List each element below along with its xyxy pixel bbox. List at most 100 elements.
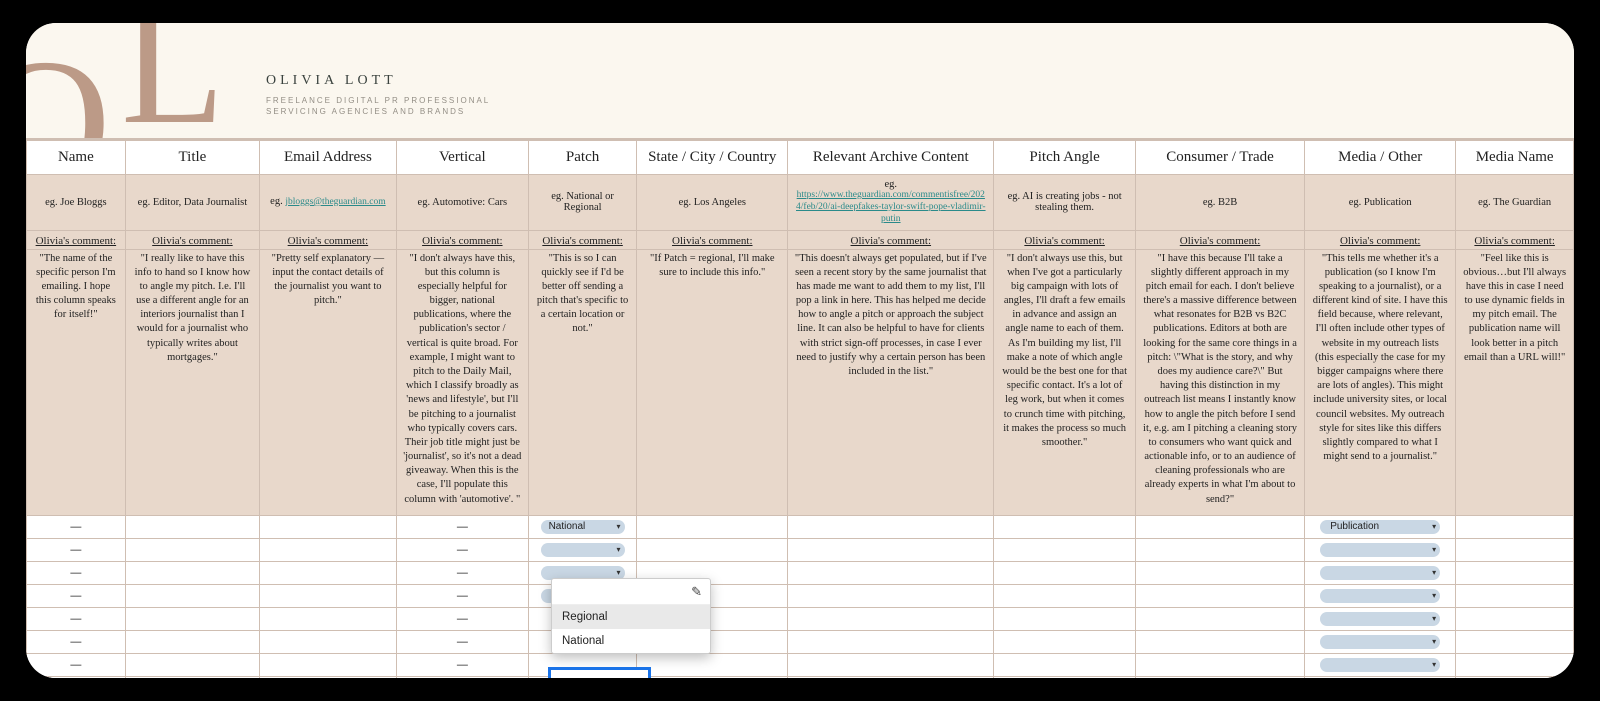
media-dropdown-r5[interactable]: ▾ bbox=[1320, 635, 1440, 649]
cell-r2-c3[interactable]: — bbox=[396, 561, 528, 584]
cell-r1-c3[interactable]: — bbox=[396, 538, 528, 561]
cell-r7-c6[interactable] bbox=[788, 676, 994, 678]
cell-r4-c10[interactable] bbox=[1456, 607, 1574, 630]
cell-r3-c3[interactable]: — bbox=[396, 584, 528, 607]
cell-r3-c1[interactable] bbox=[125, 584, 259, 607]
patch-dropdown-popup[interactable]: ✎ Regional National bbox=[551, 578, 711, 654]
patch-dropdown-r1[interactable]: ▾ bbox=[541, 543, 625, 557]
cell-r7-c1[interactable] bbox=[125, 676, 259, 678]
cell-r0-c2[interactable] bbox=[260, 515, 397, 538]
cell-r0-c6[interactable] bbox=[788, 515, 994, 538]
active-cell-outline[interactable] bbox=[548, 667, 651, 678]
cell-r1-c1[interactable] bbox=[125, 538, 259, 561]
cell-r1-c9[interactable]: ▾ bbox=[1305, 538, 1456, 561]
cell-r5-c1[interactable] bbox=[125, 630, 259, 653]
cell-r5-c6[interactable] bbox=[788, 630, 994, 653]
media-dropdown-r2[interactable]: ▾ bbox=[1320, 566, 1440, 580]
cell-r1-c4[interactable]: ▾ bbox=[528, 538, 636, 561]
col-header-0[interactable]: Name bbox=[27, 141, 126, 175]
cell-r0-c10[interactable] bbox=[1456, 515, 1574, 538]
col-header-1[interactable]: Title bbox=[125, 141, 259, 175]
cell-r2-c2[interactable] bbox=[260, 561, 397, 584]
cell-r4-c9[interactable]: ▾ bbox=[1305, 607, 1456, 630]
example-link-2[interactable]: jbloggs@theguardian.com bbox=[285, 197, 385, 209]
media-dropdown-r0[interactable]: Publication▾ bbox=[1320, 520, 1440, 534]
cell-r7-c5[interactable] bbox=[637, 676, 788, 678]
col-header-4[interactable]: Patch bbox=[528, 141, 636, 175]
cell-r1-c8[interactable] bbox=[1136, 538, 1305, 561]
cell-r3-c10[interactable] bbox=[1456, 584, 1574, 607]
cell-r6-c10[interactable] bbox=[1456, 653, 1574, 676]
cell-r6-c9[interactable]: ▾ bbox=[1305, 653, 1456, 676]
cell-r1-c6[interactable] bbox=[788, 538, 994, 561]
cell-r0-c9[interactable]: Publication▾ bbox=[1305, 515, 1456, 538]
cell-r2-c9[interactable]: ▾ bbox=[1305, 561, 1456, 584]
cell-r0-c8[interactable] bbox=[1136, 515, 1305, 538]
cell-r0-c5[interactable] bbox=[637, 515, 788, 538]
cell-r6-c1[interactable] bbox=[125, 653, 259, 676]
cell-r3-c2[interactable] bbox=[260, 584, 397, 607]
cell-r2-c10[interactable] bbox=[1456, 561, 1574, 584]
col-header-2[interactable]: Email Address bbox=[260, 141, 397, 175]
cell-r6-c5[interactable] bbox=[637, 653, 788, 676]
dropdown-option-regional[interactable]: Regional bbox=[552, 605, 710, 629]
cell-r2-c8[interactable] bbox=[1136, 561, 1305, 584]
cell-r0-c4[interactable]: National▾ bbox=[528, 515, 636, 538]
cell-r1-c5[interactable] bbox=[637, 538, 788, 561]
example-link-6[interactable]: https://www.theguardian.com/commentisfre… bbox=[794, 190, 987, 226]
cell-r5-c7[interactable] bbox=[994, 630, 1136, 653]
cell-r2-c6[interactable] bbox=[788, 561, 994, 584]
cell-r6-c7[interactable] bbox=[994, 653, 1136, 676]
cell-r1-c7[interactable] bbox=[994, 538, 1136, 561]
col-header-3[interactable]: Vertical bbox=[396, 141, 528, 175]
cell-r4-c1[interactable] bbox=[125, 607, 259, 630]
pencil-icon[interactable]: ✎ bbox=[691, 584, 702, 600]
cell-r5-c8[interactable] bbox=[1136, 630, 1305, 653]
patch-dropdown-r0[interactable]: National▾ bbox=[541, 520, 625, 534]
cell-r6-c8[interactable] bbox=[1136, 653, 1305, 676]
col-header-7[interactable]: Pitch Angle bbox=[994, 141, 1136, 175]
media-dropdown-r3[interactable]: ▾ bbox=[1320, 589, 1440, 603]
cell-r1-c2[interactable] bbox=[260, 538, 397, 561]
cell-r6-c0[interactable]: — bbox=[27, 653, 126, 676]
media-dropdown-r6[interactable]: ▾ bbox=[1320, 658, 1440, 672]
cell-r0-c0[interactable]: — bbox=[27, 515, 126, 538]
cell-r3-c6[interactable] bbox=[788, 584, 994, 607]
dropdown-option-national[interactable]: National bbox=[552, 629, 710, 653]
cell-r5-c9[interactable]: ▾ bbox=[1305, 630, 1456, 653]
cell-r6-c3[interactable]: — bbox=[396, 653, 528, 676]
cell-r5-c3[interactable]: — bbox=[396, 630, 528, 653]
cell-r5-c0[interactable]: — bbox=[27, 630, 126, 653]
cell-r3-c7[interactable] bbox=[994, 584, 1136, 607]
cell-r4-c7[interactable] bbox=[994, 607, 1136, 630]
cell-r3-c0[interactable]: — bbox=[27, 584, 126, 607]
col-header-5[interactable]: State / City / Country bbox=[637, 141, 788, 175]
media-dropdown-r4[interactable]: ▾ bbox=[1320, 612, 1440, 626]
cell-r7-c3[interactable]: — bbox=[396, 676, 528, 678]
cell-r7-c0[interactable]: — bbox=[27, 676, 126, 678]
cell-r6-c2[interactable] bbox=[260, 653, 397, 676]
cell-r2-c7[interactable] bbox=[994, 561, 1136, 584]
cell-r4-c0[interactable]: — bbox=[27, 607, 126, 630]
cell-r0-c7[interactable] bbox=[994, 515, 1136, 538]
cell-r7-c9[interactable]: ▾ bbox=[1305, 676, 1456, 678]
cell-r7-c10[interactable] bbox=[1456, 676, 1574, 678]
cell-r5-c2[interactable] bbox=[260, 630, 397, 653]
cell-r2-c0[interactable]: — bbox=[27, 561, 126, 584]
cell-r0-c1[interactable] bbox=[125, 515, 259, 538]
cell-r4-c2[interactable] bbox=[260, 607, 397, 630]
cell-r2-c1[interactable] bbox=[125, 561, 259, 584]
cell-r3-c9[interactable]: ▾ bbox=[1305, 584, 1456, 607]
col-header-9[interactable]: Media / Other bbox=[1305, 141, 1456, 175]
cell-r1-c0[interactable]: — bbox=[27, 538, 126, 561]
cell-r7-c7[interactable] bbox=[994, 676, 1136, 678]
col-header-6[interactable]: Relevant Archive Content bbox=[788, 141, 994, 175]
cell-r7-c2[interactable] bbox=[260, 676, 397, 678]
cell-r0-c3[interactable]: — bbox=[396, 515, 528, 538]
cell-r4-c3[interactable]: — bbox=[396, 607, 528, 630]
col-header-10[interactable]: Media Name bbox=[1456, 141, 1574, 175]
cell-r6-c6[interactable] bbox=[788, 653, 994, 676]
cell-r5-c10[interactable] bbox=[1456, 630, 1574, 653]
media-dropdown-r1[interactable]: ▾ bbox=[1320, 543, 1440, 557]
cell-r1-c10[interactable] bbox=[1456, 538, 1574, 561]
